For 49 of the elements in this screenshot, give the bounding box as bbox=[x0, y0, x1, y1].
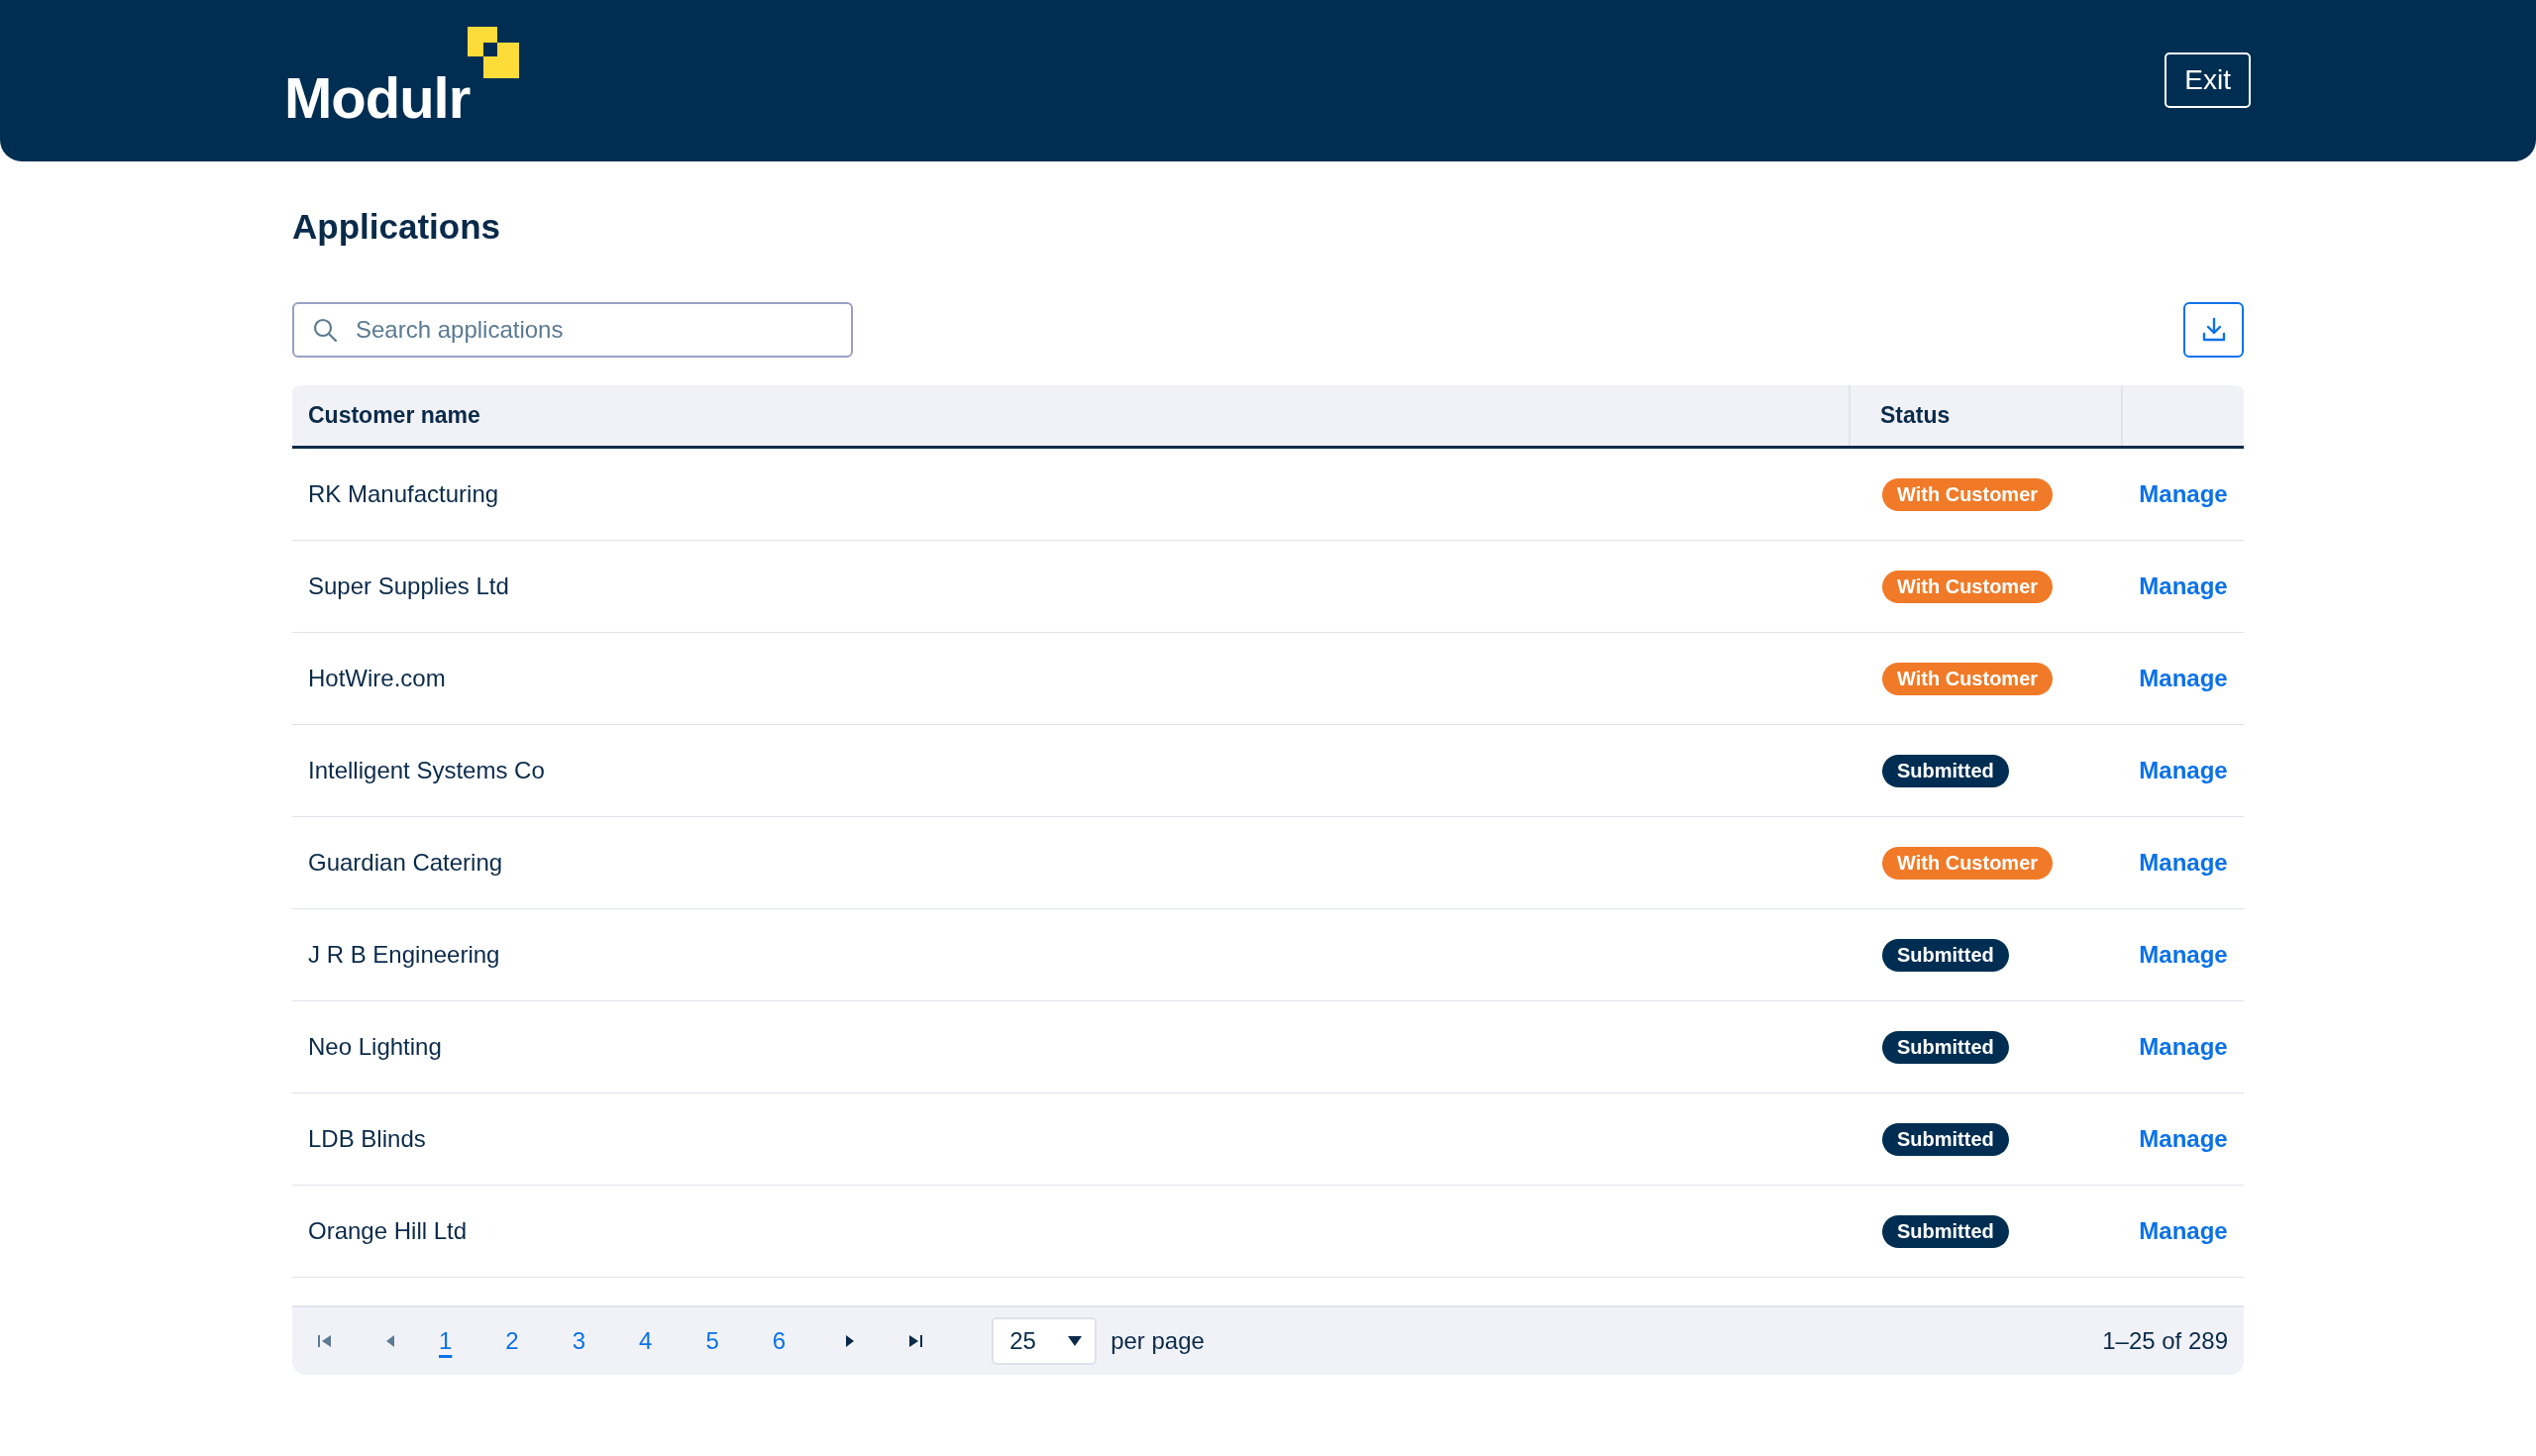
status-badge: Submitted bbox=[1882, 1214, 2009, 1248]
manage-link[interactable]: Manage bbox=[2139, 1125, 2228, 1153]
manage-link[interactable]: Manage bbox=[2139, 849, 2228, 877]
customer-name: LDB Blinds bbox=[307, 1124, 427, 1154]
status-badge: Submitted bbox=[1882, 1030, 2009, 1064]
search-icon bbox=[312, 317, 338, 343]
status-badge: Submitted bbox=[1882, 754, 2009, 787]
status-badge: With Customer bbox=[1882, 662, 2054, 695]
page-link[interactable]: 1 bbox=[439, 1327, 453, 1355]
status-badge: With Customer bbox=[1882, 477, 2054, 511]
per-page-select[interactable]: 25 bbox=[992, 1317, 1098, 1365]
page-title: Applications bbox=[292, 207, 502, 247]
manage-link[interactable]: Manage bbox=[2139, 480, 2228, 508]
page-link[interactable]: 3 bbox=[572, 1327, 586, 1355]
page-link[interactable]: 5 bbox=[705, 1327, 719, 1355]
customer-name: Neo Lighting bbox=[307, 1032, 443, 1062]
status-badge: Submitted bbox=[1882, 1122, 2009, 1156]
caret-down-icon bbox=[1067, 1335, 1084, 1347]
per-page-value: 25 bbox=[1009, 1327, 1036, 1355]
per-page-label: per page bbox=[1110, 1327, 1205, 1355]
page-link[interactable]: 4 bbox=[639, 1327, 653, 1355]
page-link[interactable]: 2 bbox=[505, 1327, 519, 1355]
column-header: Status bbox=[1849, 385, 2121, 446]
page-range: 1–25 of 289 bbox=[2102, 1327, 2228, 1355]
customer-name: Guardian Catering bbox=[307, 848, 504, 878]
download-button[interactable] bbox=[2183, 302, 2244, 358]
customer-name: Orange Hill Ltd bbox=[307, 1216, 469, 1246]
page-link[interactable]: 6 bbox=[772, 1327, 787, 1355]
customer-name: Intelligent Systems Co bbox=[307, 756, 546, 785]
column-header: Customer name bbox=[307, 401, 481, 430]
customer-name: Super Supplies Ltd bbox=[307, 572, 510, 601]
manage-link[interactable]: Manage bbox=[2139, 1217, 2228, 1245]
status-badge: With Customer bbox=[1882, 846, 2054, 880]
status-badge: With Customer bbox=[1882, 570, 2054, 603]
logo-text: Modulr bbox=[284, 64, 471, 131]
search-field[interactable]: Search applications bbox=[292, 302, 853, 358]
customer-name: RK Manufacturing bbox=[307, 479, 500, 509]
manage-link[interactable]: Manage bbox=[2139, 1033, 2228, 1061]
first-page-icon bbox=[316, 1332, 334, 1350]
manage-link[interactable]: Manage bbox=[2139, 757, 2228, 784]
logo-squares-icon bbox=[468, 27, 520, 78]
manage-link[interactable]: Manage bbox=[2139, 572, 2228, 600]
customer-name: J R B Engineering bbox=[307, 940, 501, 970]
manage-link[interactable]: Manage bbox=[2139, 665, 2228, 692]
manage-link[interactable]: Manage bbox=[2139, 941, 2228, 969]
exit-button[interactable]: Exit bbox=[2165, 52, 2251, 108]
status-badge: Submitted bbox=[1882, 938, 2009, 972]
last-page-icon bbox=[906, 1332, 925, 1350]
customer-name: HotWire.com bbox=[307, 664, 447, 693]
